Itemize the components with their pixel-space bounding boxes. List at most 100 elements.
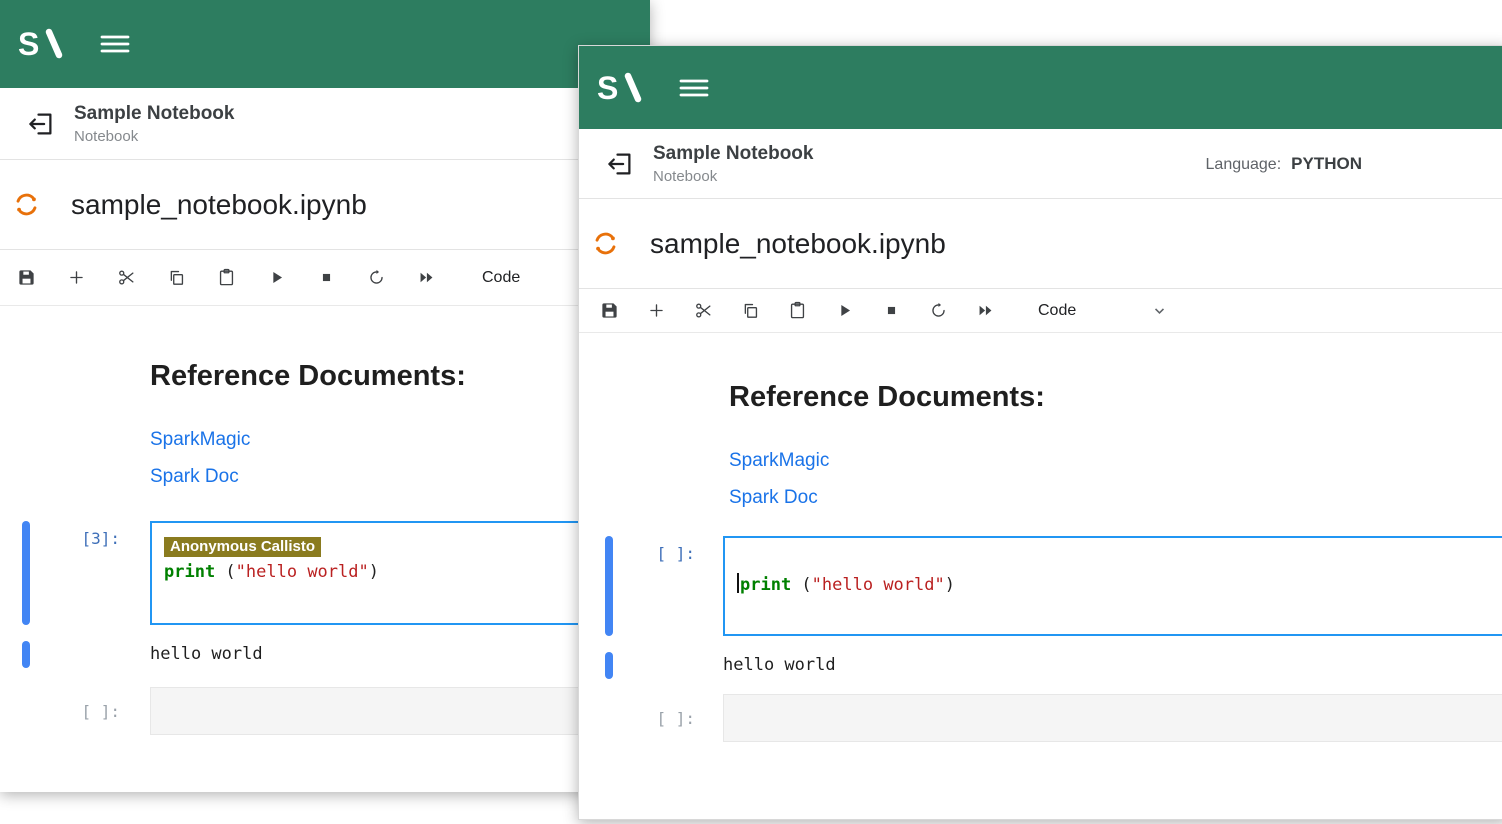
markdown-heading: Reference Documents: xyxy=(150,360,650,393)
page-subtitle: Notebook xyxy=(653,168,813,185)
code-string: "hello world" xyxy=(236,562,369,582)
spark-doc-link[interactable]: Spark Doc xyxy=(150,463,650,491)
output-row: hello world xyxy=(579,652,1502,680)
collaborator-name-flag: Anonymous Callisto xyxy=(164,537,321,557)
paste-icon xyxy=(217,268,236,287)
code-cell[interactable]: print ("hello world") xyxy=(723,536,1502,636)
output-selection-bar[interactable] xyxy=(22,641,30,668)
cell-output: hello world xyxy=(723,652,836,680)
save-icon xyxy=(600,301,619,320)
code-paren: ( xyxy=(791,575,811,595)
code-paren: ( xyxy=(215,562,235,582)
notebook-window-background: S Sample Notebook Notebook xyxy=(0,0,650,792)
logo-letter: S xyxy=(18,26,39,62)
empty-cell-prompt: [ ]: xyxy=(613,709,723,728)
blank-code-line xyxy=(737,548,1493,572)
back-button[interactable] xyxy=(26,109,56,139)
cell-type-select[interactable]: Code xyxy=(482,269,520,287)
copy-cell-button[interactable] xyxy=(166,268,186,288)
logo-letter: S xyxy=(597,70,618,106)
empty-code-cell[interactable] xyxy=(723,694,1502,742)
plus-icon xyxy=(647,301,666,320)
cell-type-dropdown[interactable] xyxy=(1149,301,1169,321)
chevron-down-icon xyxy=(1150,301,1169,320)
cell-output: hello world xyxy=(150,641,263,669)
run-cell-button[interactable] xyxy=(834,301,854,321)
cell-selection-bar[interactable] xyxy=(605,536,613,636)
play-icon xyxy=(835,301,854,320)
stop-button[interactable] xyxy=(881,301,901,321)
notebook-window-foreground: S Sample Notebook Notebook Language: PYT… xyxy=(578,45,1502,820)
code-paren-close: ) xyxy=(945,575,955,595)
notebook-titlebar: Sample Notebook Notebook xyxy=(0,88,650,160)
run-all-button[interactable] xyxy=(975,301,995,321)
stop-icon xyxy=(882,301,901,320)
output-prompt xyxy=(30,641,150,669)
fast-forward-icon xyxy=(417,268,436,287)
page-title: Sample Notebook xyxy=(653,143,813,165)
run-all-button[interactable] xyxy=(416,268,436,288)
code-cell[interactable]: Anonymous Callisto print ("hello world") xyxy=(150,521,620,625)
scissors-icon xyxy=(694,301,713,320)
menu-button[interactable] xyxy=(98,30,132,58)
notebook-filename: sample_notebook.ipynb xyxy=(71,189,367,221)
add-cell-button[interactable] xyxy=(646,301,666,321)
language-indicator: Language: PYTHON xyxy=(1206,154,1362,174)
copy-cell-button[interactable] xyxy=(740,301,760,321)
code-keyword: print xyxy=(164,562,215,582)
spark-doc-link[interactable]: Spark Doc xyxy=(729,484,1502,512)
copy-icon xyxy=(741,301,760,320)
sparkmagic-link[interactable]: SparkMagic xyxy=(729,447,1502,475)
restart-kernel-button[interactable] xyxy=(928,301,948,321)
hamburger-icon xyxy=(98,30,132,58)
app-logo: S xyxy=(16,25,68,63)
save-button[interactable] xyxy=(599,301,619,321)
notebook-filebar: sample_notebook.ipynb xyxy=(0,160,650,250)
empty-code-cell[interactable] xyxy=(150,687,620,735)
empty-cell-row: [ ]: xyxy=(0,687,650,735)
restart-kernel-button[interactable] xyxy=(366,268,386,288)
language-value: PYTHON xyxy=(1291,154,1362,174)
add-cell-button[interactable] xyxy=(66,268,86,288)
app-header: S xyxy=(0,0,650,88)
fast-forward-icon xyxy=(976,301,995,320)
page-subtitle: Notebook xyxy=(74,128,234,145)
save-button[interactable] xyxy=(16,268,36,288)
logo-slash xyxy=(49,32,59,55)
copy-icon xyxy=(167,268,186,287)
notebook-file-icon xyxy=(13,191,40,218)
paste-cell-button[interactable] xyxy=(216,268,236,288)
run-cell-button[interactable] xyxy=(266,268,286,288)
scissors-icon xyxy=(117,268,136,287)
save-icon xyxy=(17,268,36,287)
logo-slash xyxy=(628,76,638,99)
stop-icon xyxy=(317,268,336,287)
code-paren-close: ) xyxy=(369,562,379,582)
markdown-heading: Reference Documents: xyxy=(729,381,1502,414)
page-title: Sample Notebook xyxy=(74,103,234,125)
restart-icon xyxy=(929,301,948,320)
paste-icon xyxy=(788,301,807,320)
hamburger-icon xyxy=(677,74,711,102)
code-line: print ("hello world") xyxy=(737,572,1493,598)
cut-cell-button[interactable] xyxy=(693,301,713,321)
back-button[interactable] xyxy=(605,149,635,179)
sparkmagic-link[interactable]: SparkMagic xyxy=(150,426,650,454)
output-row: hello world xyxy=(0,641,650,669)
exit-left-arrow-icon xyxy=(26,109,56,139)
plus-icon xyxy=(67,268,86,287)
notebook-filebar: sample_notebook.ipynb xyxy=(579,199,1502,289)
cell-prompt: [ ]: xyxy=(613,536,723,636)
cell-type-select[interactable]: Code xyxy=(1038,302,1076,320)
stop-button[interactable] xyxy=(316,268,336,288)
notebook-document: Reference Documents: SparkMagic Spark Do… xyxy=(0,360,650,735)
cell-selection-bar[interactable] xyxy=(22,521,30,625)
notebook-filename: sample_notebook.ipynb xyxy=(650,228,946,260)
output-selection-bar[interactable] xyxy=(605,652,613,679)
empty-cell-row: [ ]: xyxy=(579,694,1502,742)
cut-cell-button[interactable] xyxy=(116,268,136,288)
notebook-file-icon xyxy=(592,230,619,257)
menu-button[interactable] xyxy=(677,74,711,102)
paste-cell-button[interactable] xyxy=(787,301,807,321)
code-line: print ("hello world") xyxy=(164,559,606,585)
